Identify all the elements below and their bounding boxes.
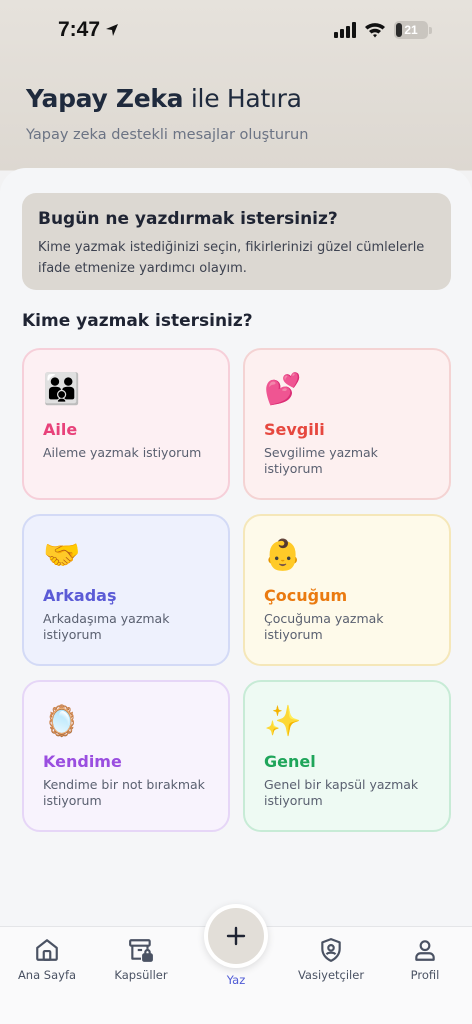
recipient-card-kendime[interactable]: 🪞 Kendime Kendime bir not bırakmak istiy… (22, 680, 230, 832)
card-title: Kendime (43, 752, 122, 771)
write-button-inner[interactable] (208, 908, 264, 964)
tab-label: Ana Sayfa (17, 968, 77, 982)
tab-home[interactable]: Ana Sayfa (2, 937, 92, 982)
tab-label: Kapsüller (114, 968, 168, 982)
recipient-card-aile[interactable]: 👪 Aile Aileme yazmak istiyorum (22, 348, 230, 500)
tab-label: Vasiyetçiler (297, 968, 365, 982)
tab-label: Profil (410, 968, 440, 982)
card-title: Aile (43, 420, 78, 439)
user-icon (415, 940, 435, 961)
card-description: Genel bir kapsül yazmak istiyorum (264, 777, 419, 808)
shield-user-icon (321, 938, 341, 962)
card-title: Çocuğum (264, 586, 348, 605)
card-description: Çocuğuma yazmak istiyorum (264, 611, 384, 642)
write-button[interactable] (204, 904, 268, 968)
signal-icon (334, 22, 356, 38)
section-title: Kime yazmak istersiniz? (22, 311, 253, 331)
intro-title: Bugün ne yazdırmak istersiniz? (38, 209, 338, 229)
time-text: 7:47 (58, 18, 101, 41)
title-bold: Yapay Zeka (26, 84, 184, 113)
status-bar: 7:47 21 (0, 0, 472, 60)
two-hearts-icon: 💕 (264, 372, 302, 407)
sparkles-icon: ✨ (264, 704, 302, 739)
intro-text: Kime yazmak istediğinizi seçin, fikirler… (38, 240, 425, 276)
title-rest: ile Hatıra (183, 84, 302, 113)
location-arrow-icon (106, 24, 119, 36)
write-label: Yaz (226, 973, 246, 987)
card-description: Arkadaşıma yazmak istiyorum (43, 611, 170, 642)
recipient-card-cocugum[interactable]: 👶 Çocuğum Çocuğuma yazmak istiyorum (243, 514, 451, 666)
tab-trustees[interactable]: Vasiyetçiler (286, 937, 376, 982)
recipient-grid: 👪 Aile Aileme yazmak istiyorum 💕 Sevgili… (22, 348, 451, 832)
status-icons: 21 (334, 21, 432, 39)
handshake-icon: 🤝 (43, 538, 81, 573)
family-icon: 👪 (43, 372, 81, 407)
plus-icon (226, 926, 246, 946)
baby-icon: 👶 (264, 538, 302, 573)
card-title: Sevgili (264, 420, 325, 439)
locked-archive-icon (129, 939, 153, 962)
card-description: Aileme yazmak istiyorum (43, 445, 202, 460)
battery-icon: 21 (394, 21, 428, 39)
tab-capsules[interactable]: Kapsüller (96, 937, 186, 982)
recipient-card-arkadas[interactable]: 🤝 Arkadaş Arkadaşıma yazmak istiyorum (22, 514, 230, 666)
card-description: Sevgilime yazmak istiyorum (264, 445, 378, 476)
page-subtitle: Yapay zeka destekli mesajlar oluşturun (26, 127, 309, 143)
battery-level: 21 (404, 23, 418, 37)
mirror-icon: 🪞 (43, 704, 81, 739)
page-title: Yapay Zeka ile Hatıra (26, 84, 308, 113)
tab-profile[interactable]: Profil (380, 937, 470, 982)
recipient-card-sevgili[interactable]: 💕 Sevgili Sevgilime yazmak istiyorum (243, 348, 451, 500)
card-title: Genel (264, 752, 316, 771)
card-description: Kendime bir not bırakmak istiyorum (43, 777, 205, 808)
intro-card: Bugün ne yazdırmak istersiniz? Kime yazm… (22, 193, 451, 290)
wifi-icon (365, 23, 385, 38)
page-header: Yapay Zeka ile Hatıra Yapay zeka destekl… (26, 84, 308, 143)
home-icon (36, 939, 58, 961)
status-time: 7:47 (58, 18, 120, 42)
recipient-card-genel[interactable]: ✨ Genel Genel bir kapsül yazmak istiyoru… (243, 680, 451, 832)
battery-cap (429, 26, 432, 34)
card-title: Arkadaş (43, 586, 117, 605)
